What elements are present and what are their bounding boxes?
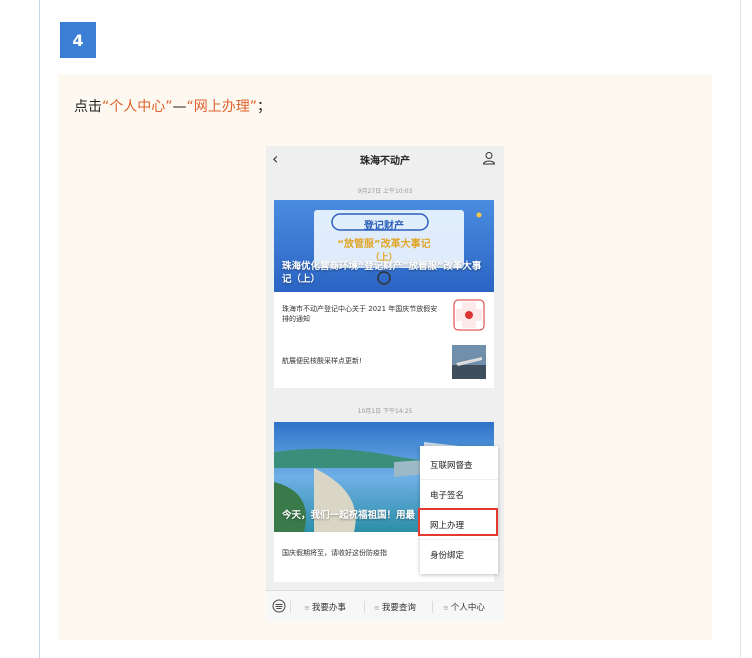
menu-separator xyxy=(364,601,365,613)
feed-time-label: 9月27日 上午10:03 xyxy=(357,188,413,195)
hero-caption: 珠海优化营商环境“登记财产”放管服”改革大事记（上） xyxy=(282,261,482,285)
news-item[interactable]: 航展便民核酸采样点更新! xyxy=(282,356,442,366)
news-card: 登记财产 “放管服”改革大事记 （上） 珠海优化营商环境“登记财产”放管服”改革… xyxy=(274,200,494,388)
user-icon[interactable] xyxy=(482,151,496,165)
news-item[interactable]: 珠海市不动产登记中心关于 2021 年国庆节放假安排的通知 xyxy=(282,304,442,324)
instruction-dash: — xyxy=(172,99,187,115)
news-item[interactable]: 国庆假期将至，请收好这份防疫指 xyxy=(282,548,442,558)
highlight-box xyxy=(418,508,498,536)
app-title: 珠海不动产 xyxy=(360,156,410,167)
personal-center-popup-menu: 互联网督查 电子签名 网上办理 身份绑定 xyxy=(418,446,498,574)
bottom-menu-label: 我要查询 xyxy=(381,603,416,613)
instruction-panel: 点击“个人中心”—“网上办理”； ‹ 珠海不动产 9月27日 上午10:03 登… xyxy=(58,74,712,640)
instruction-prefix: 点击 xyxy=(74,99,102,115)
bottom-menu-query[interactable]: ≡ 我要查询 xyxy=(374,601,416,613)
bottom-menu-label: 个人中心 xyxy=(450,603,485,613)
keyboard-icon[interactable] xyxy=(272,599,286,613)
feed-time-label: 10月1日 下午14:25 xyxy=(357,408,413,415)
bottom-menu-do-business[interactable]: ≡ 我要办事 xyxy=(304,601,346,613)
instruction-online-handling: “网上办理” xyxy=(186,99,258,115)
right-rule xyxy=(740,0,741,658)
menu-item-identity-binding[interactable]: 身份绑定 xyxy=(420,540,498,570)
holiday-thumbnail xyxy=(453,299,485,331)
step-number-badge: 4 xyxy=(60,22,96,58)
bottom-menu-label: 我要办事 xyxy=(311,603,346,613)
menu-separator xyxy=(432,601,433,613)
airshow-thumbnail xyxy=(452,345,486,379)
menu-item-internet-supervision[interactable]: 互联网督查 xyxy=(420,450,498,480)
news-hero-image[interactable]: 登记财产 “放管服”改革大事记 （上） 珠海优化营商环境“登记财产”放管服”改革… xyxy=(274,200,494,292)
instruction-suffix: ； xyxy=(257,99,272,115)
bottom-menu-bar: ≡ 我要办事 ≡ 我要查询 ≡ 个人中心 xyxy=(266,590,504,622)
bottom-menu-personal-center[interactable]: ≡ 个人中心 xyxy=(443,601,485,613)
phone-screenshot: ‹ 珠海不动产 9月27日 上午10:03 登记财产 “放管服”改革大事记 （上… xyxy=(266,146,504,622)
menu-item-e-signature[interactable]: 电子签名 xyxy=(420,480,498,510)
left-rule xyxy=(39,0,40,658)
instruction-text: 点击“个人中心”—“网上办理”； xyxy=(74,96,271,116)
menu-separator xyxy=(290,601,291,613)
phone-navbar: ‹ 珠海不动产 xyxy=(266,146,504,174)
instruction-personal-center: “个人中心” xyxy=(102,99,173,115)
banner-line-2: “放管服”改革大事记 xyxy=(337,239,431,250)
banner-line-1: 登记财产 xyxy=(364,221,404,232)
